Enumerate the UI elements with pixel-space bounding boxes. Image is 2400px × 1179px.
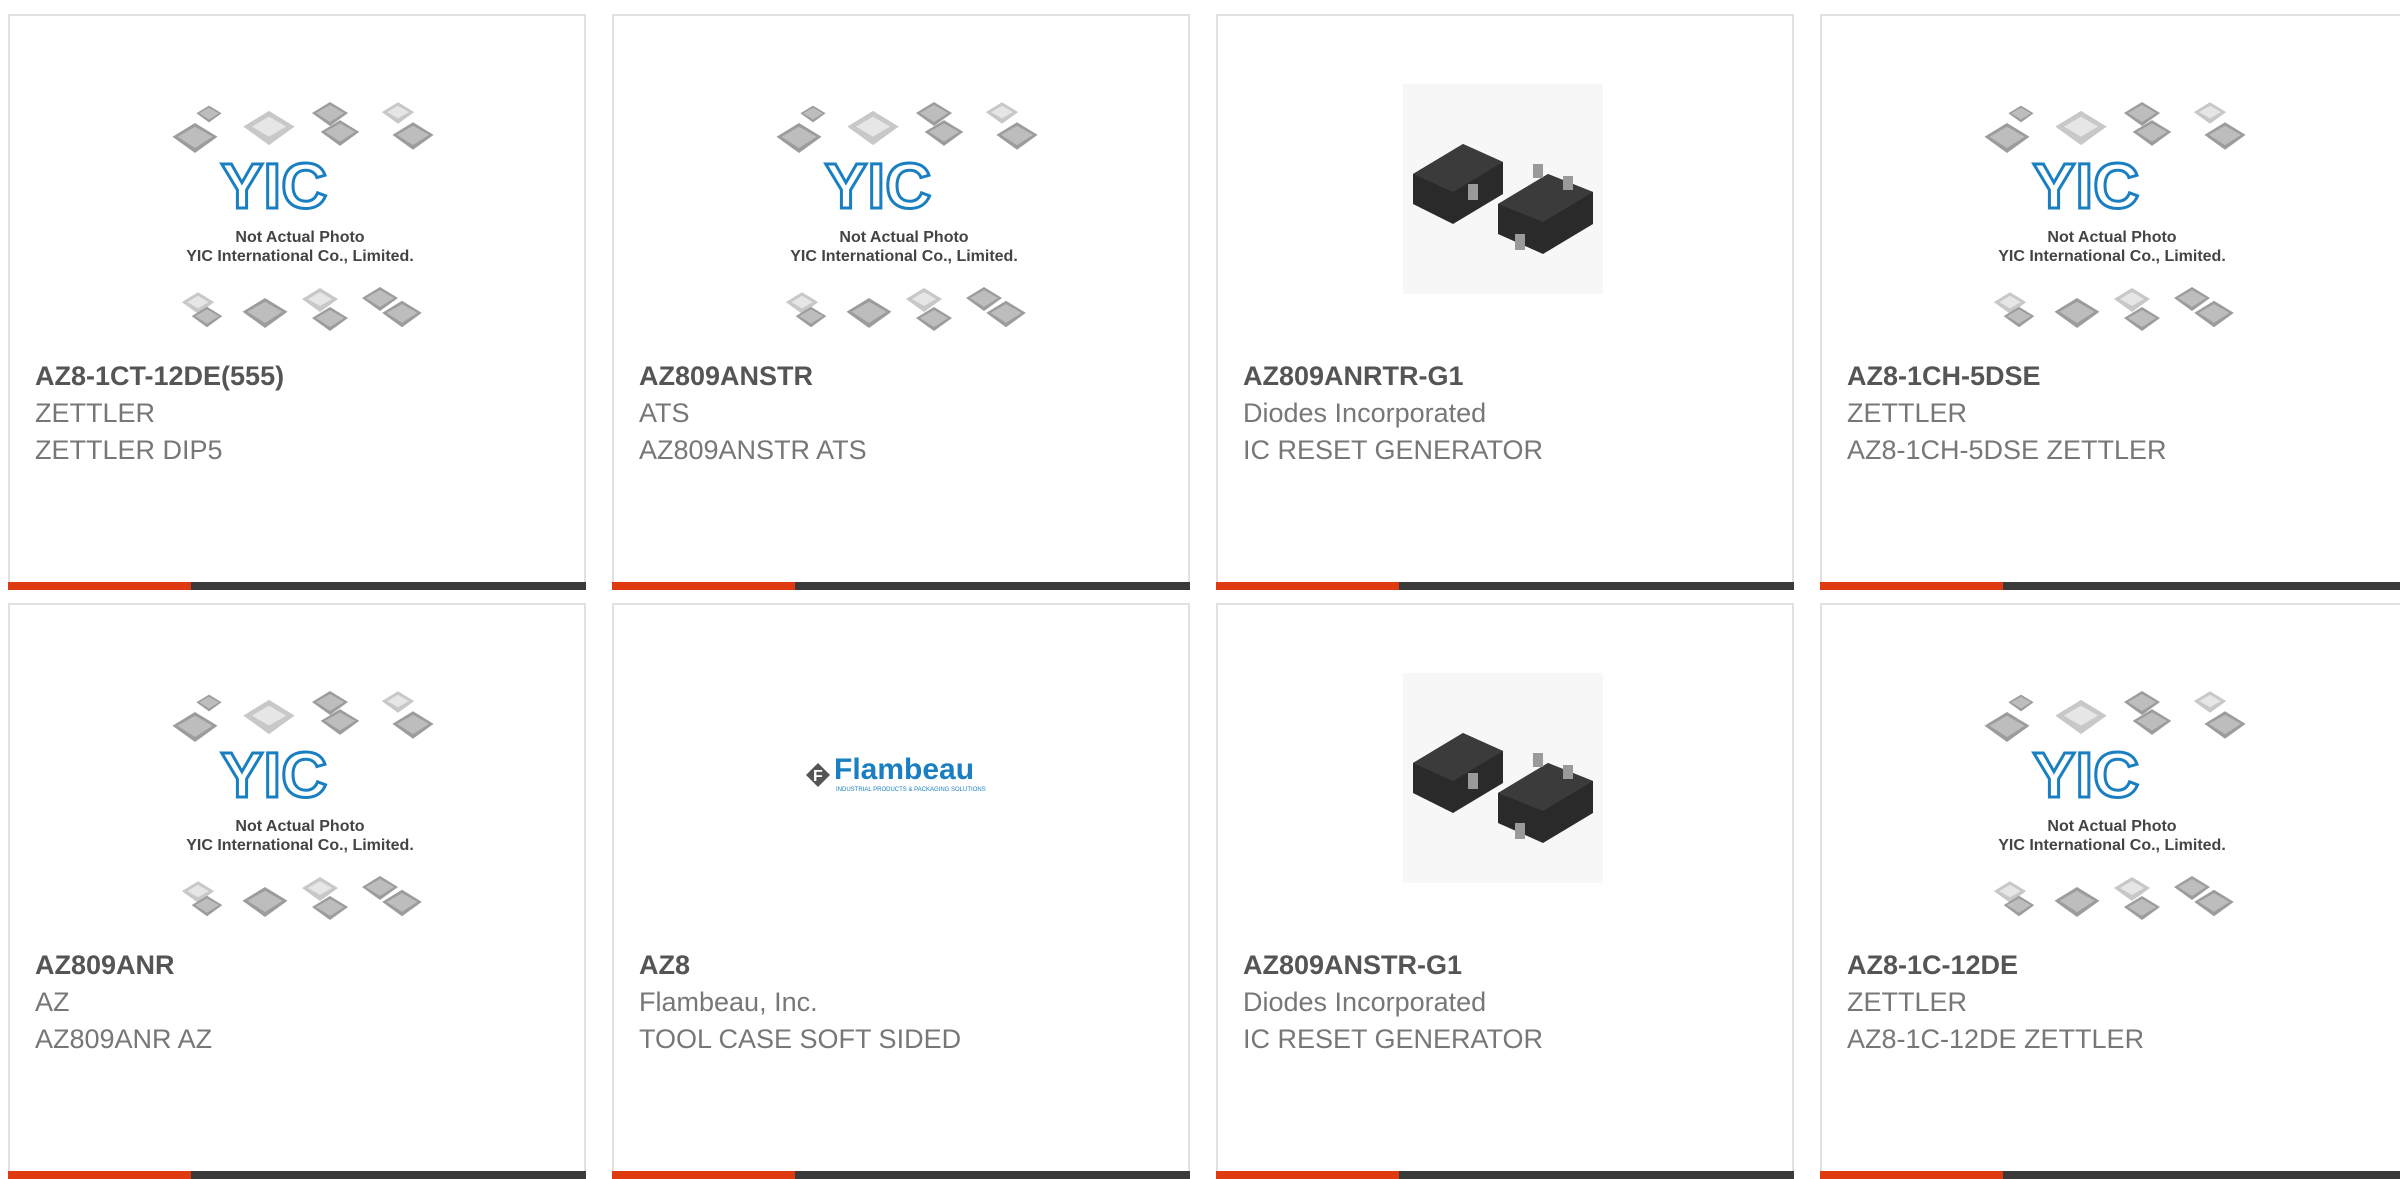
product-card[interactable]: AZ809ANSTR-G1 Diodes Incorporated IC RES… xyxy=(1216,603,1794,1179)
manufacturer: ATS xyxy=(639,398,690,428)
product-card[interactable]: YIC Not Actual Photo YIC International C… xyxy=(1820,14,2400,590)
svg-text:YIC International Co., Limited: YIC International Co., Limited. xyxy=(186,837,414,854)
product-card[interactable]: YIC Not Actual Photo YIC International C… xyxy=(8,603,586,1179)
not-actual-photo-image: YIC Not Actual Photo YIC International C… xyxy=(1984,102,2246,331)
description: IC RESET GENERATOR xyxy=(1243,1024,1544,1054)
product-info: AZ8 Flambeau, Inc. TOOL CASE SOFT SIDED xyxy=(639,947,1168,1058)
not-actual-photo-image: YIC Not Actual Photo YIC International C… xyxy=(776,102,1038,331)
product-info: AZ809ANR AZ AZ809ANR AZ xyxy=(35,947,564,1058)
product-info: AZ809ANSTR ATS AZ809ANSTR ATS xyxy=(639,358,1168,469)
svg-text:Not Actual Photo: Not Actual Photo xyxy=(2047,229,2176,246)
card-bottom-bar xyxy=(1216,582,1794,590)
manufacturer: Diodes Incorporated xyxy=(1243,987,1487,1017)
svg-text:YIC International Co., Limited: YIC International Co., Limited. xyxy=(1998,837,2226,854)
manufacturer: ZETTLER xyxy=(35,398,156,428)
part-number[interactable]: AZ8-1CH-5DSE xyxy=(1847,358,2380,395)
svg-text:Not Actual Photo: Not Actual Photo xyxy=(839,229,968,246)
flambeau-logo: F Flambeau INDUSTRIAL PRODUCTS & PACKAGI… xyxy=(806,753,986,793)
svg-text:YIC International Co., Limited: YIC International Co., Limited. xyxy=(790,248,1018,265)
manufacturer: Flambeau, Inc. xyxy=(639,987,818,1017)
yic-logo: YIC xyxy=(221,150,328,222)
sot23-package-photo xyxy=(1403,84,1603,294)
product-info: AZ809ANRTR-G1 Diodes Incorporated IC RES… xyxy=(1243,358,1772,469)
svg-text:Not Actual Photo: Not Actual Photo xyxy=(235,229,364,246)
part-number[interactable]: AZ809ANR xyxy=(35,947,564,984)
part-number[interactable]: AZ8 xyxy=(639,947,1168,984)
product-card[interactable]: AZ809ANRTR-G1 Diodes Incorporated IC RES… xyxy=(1216,14,1794,590)
product-grid: YIC Not Actual Photo YIC International C… xyxy=(0,0,2400,1179)
description: AZ809ANSTR ATS xyxy=(639,435,867,465)
not-actual-photo-image: YIC Not Actual Photo YIC International C… xyxy=(172,102,434,331)
manufacturer: ZETTLER xyxy=(1847,398,1968,428)
svg-text:F: F xyxy=(813,768,823,785)
card-bottom-bar xyxy=(1820,582,2400,590)
product-card[interactable]: F Flambeau INDUSTRIAL PRODUCTS & PACKAGI… xyxy=(612,603,1190,1179)
product-info: AZ809ANSTR-G1 Diodes Incorporated IC RES… xyxy=(1243,947,1772,1058)
yic-logo: YIC xyxy=(221,739,328,811)
product-info: AZ8-1CT-12DE(555) ZETTLER ZETTLER DIP5 xyxy=(35,358,564,469)
part-number[interactable]: AZ8-1CT-12DE(555) xyxy=(35,358,564,395)
svg-text:Flambeau: Flambeau xyxy=(834,753,974,786)
product-info: AZ8-1C-12DE ZETTLER AZ8-1C-12DE ZETTLER xyxy=(1847,947,2380,1058)
part-number[interactable]: AZ809ANSTR xyxy=(639,358,1168,395)
card-bottom-bar xyxy=(612,582,1190,590)
card-bottom-bar xyxy=(8,582,586,590)
not-actual-photo-image: YIC Not Actual Photo YIC International C… xyxy=(172,691,434,920)
svg-text:INDUSTRIAL PRODUCTS & PACKAGIN: INDUSTRIAL PRODUCTS & PACKAGING SOLUTION… xyxy=(836,787,986,793)
description: AZ8-1CH-5DSE ZETTLER xyxy=(1847,435,2167,465)
svg-text:Not Actual Photo: Not Actual Photo xyxy=(235,818,364,835)
manufacturer: Diodes Incorporated xyxy=(1243,398,1487,428)
description: IC RESET GENERATOR xyxy=(1243,435,1544,465)
yic-logo: YIC xyxy=(2033,739,2140,811)
product-card[interactable]: YIC Not Actual Photo YIC International C… xyxy=(8,14,586,590)
product-info: AZ8-1CH-5DSE ZETTLER AZ8-1CH-5DSE ZETTLE… xyxy=(1847,358,2380,469)
not-actual-photo-image: YIC Not Actual Photo YIC International C… xyxy=(1984,691,2246,920)
manufacturer: AZ xyxy=(35,987,70,1017)
description: AZ8-1C-12DE ZETTLER xyxy=(1847,1024,2145,1054)
product-card[interactable]: YIC Not Actual Photo YIC International C… xyxy=(612,14,1190,590)
description: ZETTLER DIP5 xyxy=(35,435,223,465)
part-number[interactable]: AZ8-1C-12DE xyxy=(1847,947,2380,984)
card-bottom-bar xyxy=(1820,1171,2400,1179)
yic-logo: YIC xyxy=(2033,150,2140,222)
description: TOOL CASE SOFT SIDED xyxy=(639,1024,962,1054)
svg-text:Not Actual Photo: Not Actual Photo xyxy=(2047,818,2176,835)
manufacturer: ZETTLER xyxy=(1847,987,1968,1017)
card-bottom-bar xyxy=(8,1171,586,1179)
sot23-package-photo xyxy=(1403,673,1603,883)
part-number[interactable]: AZ809ANSTR-G1 xyxy=(1243,947,1772,984)
card-bottom-bar xyxy=(612,1171,1190,1179)
description: AZ809ANR AZ xyxy=(35,1024,213,1054)
yic-logo: YIC xyxy=(825,150,932,222)
product-card[interactable]: YIC Not Actual Photo YIC International C… xyxy=(1820,603,2400,1179)
card-bottom-bar xyxy=(1216,1171,1794,1179)
svg-text:YIC International Co., Limited: YIC International Co., Limited. xyxy=(186,248,414,265)
part-number[interactable]: AZ809ANRTR-G1 xyxy=(1243,358,1772,395)
svg-text:YIC International Co., Limited: YIC International Co., Limited. xyxy=(1998,248,2226,265)
